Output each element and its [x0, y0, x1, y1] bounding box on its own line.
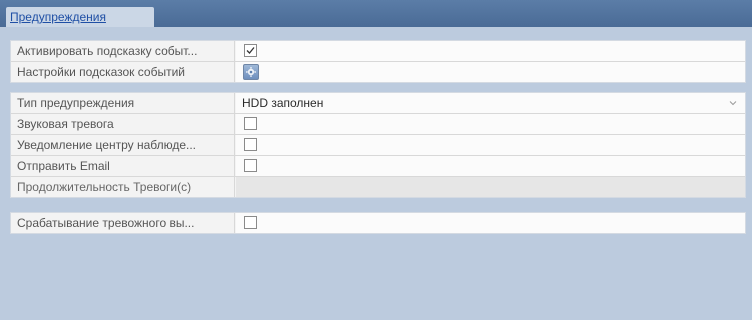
row-audible-warning: Звуковая тревога [11, 114, 745, 135]
checkmark-icon [246, 47, 255, 54]
trigger-alarm-output-checkbox[interactable] [244, 216, 257, 229]
alarm-type-selected-value: HDD заполнен [242, 96, 324, 110]
row-activate-hint: Активировать подсказку событ... [11, 41, 745, 62]
audible-warning-value [236, 114, 745, 134]
alarm-duration-field [236, 177, 745, 197]
alarm-duration-label: Продолжительность Тревоги(с) [11, 177, 235, 197]
alarm-type-label: Тип предупреждения [11, 93, 235, 113]
notify-center-value [236, 135, 745, 155]
activate-hint-value [236, 41, 745, 61]
audible-warning-label: Звуковая тревога [11, 114, 235, 134]
chevron-down-icon [729, 101, 737, 106]
alarm-type-select[interactable]: HDD заполнен [236, 93, 745, 113]
notify-center-checkbox[interactable] [244, 138, 257, 151]
hint-settings-value [236, 62, 745, 82]
row-trigger-alarm-output: Срабатывание тревожного вы... [11, 213, 745, 233]
activate-hint-label: Активировать подсказку событ... [11, 41, 235, 61]
row-alarm-type: Тип предупреждения HDD заполнен [11, 93, 745, 114]
title-bar: Предупреждения [0, 0, 752, 27]
row-send-email: Отправить Email [11, 156, 745, 177]
title-tab[interactable]: Предупреждения [6, 7, 154, 27]
hint-settings-button[interactable] [243, 64, 259, 80]
trigger-alarm-output-value [236, 213, 745, 233]
trigger-alarm-output-label: Срабатывание тревожного вы... [11, 213, 235, 233]
row-notify-center: Уведомление центру наблюде... [11, 135, 745, 156]
send-email-value [236, 156, 745, 176]
hint-settings-label: Настройки подсказок событий [11, 62, 235, 82]
send-email-checkbox[interactable] [244, 159, 257, 172]
audible-warning-checkbox[interactable] [244, 117, 257, 130]
send-email-label: Отправить Email [11, 156, 235, 176]
notify-center-label: Уведомление центру наблюде... [11, 135, 235, 155]
activate-hint-checkbox[interactable] [244, 44, 257, 57]
event-hint-group: Активировать подсказку событ... Настройк… [10, 40, 746, 83]
gear-icon [246, 67, 256, 77]
row-hint-settings: Настройки подсказок событий [11, 62, 745, 82]
page-title[interactable]: Предупреждения [10, 10, 106, 24]
alarm-type-group: Тип предупреждения HDD заполнен Звуковая… [10, 92, 746, 198]
alarm-settings-panel: Предупреждения Активировать подсказку со… [0, 0, 752, 320]
alarm-output-group: Срабатывание тревожного вы... [10, 212, 746, 234]
row-alarm-duration: Продолжительность Тревоги(с) [11, 177, 745, 197]
